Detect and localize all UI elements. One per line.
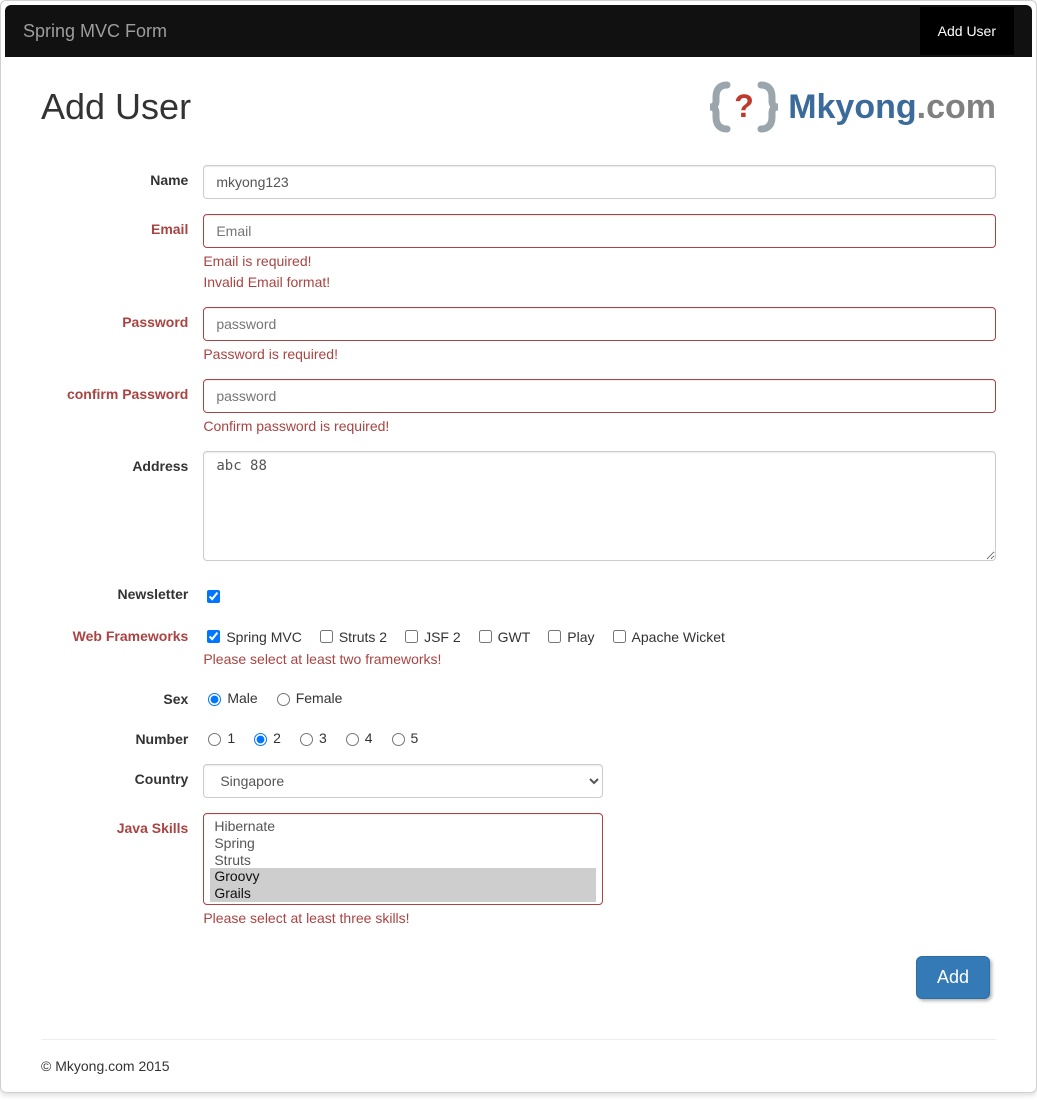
framework-option-4[interactable]: Play xyxy=(544,621,594,646)
password-error: Password is required! xyxy=(203,346,996,362)
country-select[interactable]: Singapore xyxy=(203,764,603,798)
logo-text: Mkyong.com xyxy=(788,88,996,127)
framework-checkbox-0[interactable] xyxy=(207,630,220,643)
logo: ? Mkyong.com xyxy=(710,79,996,135)
question-braces-icon: ? xyxy=(710,79,778,135)
frameworks-label: Web Frameworks xyxy=(41,621,203,669)
sex-option-1[interactable]: Female xyxy=(272,684,343,706)
javaskills-label: Java Skills xyxy=(41,813,203,928)
frameworks-error: Please select at least two frameworks! xyxy=(203,651,996,667)
javaskills-select[interactable]: HibernateSpringStrutsGroovyGrails xyxy=(203,813,603,905)
number-radio-3[interactable] xyxy=(346,733,359,746)
confirm-password-label: confirm Password xyxy=(41,379,203,436)
footer-text: © Mkyong.com 2015 xyxy=(41,1058,996,1082)
number-radio-1[interactable] xyxy=(254,733,267,746)
framework-option-1[interactable]: Struts 2 xyxy=(316,621,387,646)
password-input[interactable] xyxy=(203,307,996,341)
framework-checkbox-1[interactable] xyxy=(320,630,333,643)
navbar-brand[interactable]: Spring MVC Form xyxy=(23,21,167,42)
javaskills-error: Please select at least three skills! xyxy=(203,910,996,926)
name-label: Name xyxy=(41,165,203,199)
address-label: Address xyxy=(41,451,203,564)
add-button[interactable]: Add xyxy=(916,956,990,999)
email-label: Email xyxy=(41,214,203,292)
number-option-4[interactable]: 5 xyxy=(387,724,419,746)
framework-checkbox-2[interactable] xyxy=(405,630,418,643)
email-error-0: Email is required! xyxy=(203,253,996,269)
sex-radio-0[interactable] xyxy=(208,693,221,706)
address-textarea[interactable]: abc 88 xyxy=(203,451,996,561)
number-radio-2[interactable] xyxy=(300,733,313,746)
page-title: Add User xyxy=(41,86,191,128)
framework-option-3[interactable]: GWT xyxy=(475,621,531,646)
number-option-3[interactable]: 4 xyxy=(341,724,373,746)
sex-option-0[interactable]: Male xyxy=(203,684,257,706)
newsletter-label: Newsletter xyxy=(41,579,203,606)
number-option-0[interactable]: 1 xyxy=(203,724,235,746)
navbar: Spring MVC Form Add User xyxy=(5,5,1032,57)
number-radio-4[interactable] xyxy=(392,733,405,746)
password-label: Password xyxy=(41,307,203,364)
country-label: Country xyxy=(41,764,203,798)
framework-option-0[interactable]: Spring MVC xyxy=(203,621,301,646)
number-label: Number xyxy=(41,724,203,749)
confirm-password-error: Confirm password is required! xyxy=(203,418,996,434)
divider xyxy=(41,1039,996,1040)
sex-label: Sex xyxy=(41,684,203,709)
name-input[interactable] xyxy=(203,165,996,199)
framework-option-2[interactable]: JSF 2 xyxy=(401,621,461,646)
newsletter-checkbox[interactable] xyxy=(207,590,220,603)
framework-checkbox-3[interactable] xyxy=(479,630,492,643)
confirm-password-input[interactable] xyxy=(203,379,996,413)
email-error-1: Invalid Email format! xyxy=(203,274,996,290)
sex-radio-1[interactable] xyxy=(277,693,290,706)
framework-checkbox-4[interactable] xyxy=(548,630,561,643)
svg-text:?: ? xyxy=(734,88,754,124)
framework-checkbox-5[interactable] xyxy=(613,630,626,643)
number-option-1[interactable]: 2 xyxy=(249,724,281,746)
number-radio-0[interactable] xyxy=(208,733,221,746)
framework-option-5[interactable]: Apache Wicket xyxy=(609,621,725,646)
email-input[interactable] xyxy=(203,214,996,248)
number-option-2[interactable]: 3 xyxy=(295,724,327,746)
nav-add-user[interactable]: Add User xyxy=(920,7,1014,55)
